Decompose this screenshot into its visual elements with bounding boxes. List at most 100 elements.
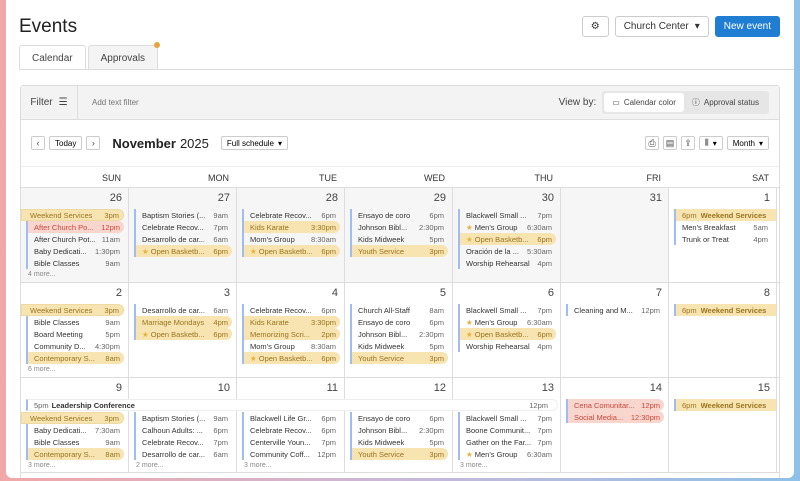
prev-month-button[interactable]: ‹ [31,136,45,150]
event-item[interactable]: Celebrate Recov... 6pm [242,304,340,316]
day-cell[interactable]: 10 Baptism Stories (... 9am Calhoun Adults:… [129,378,237,472]
day-number[interactable]: 8 [669,287,776,304]
event-item[interactable]: Church All-Staff 8am [350,304,448,316]
next-month-button[interactable]: › [86,136,101,150]
more-events-link[interactable]: 3 more... [244,462,344,469]
day-cell[interactable]: 26 Weekend Services 3pm After Church Po... 1… [21,188,129,282]
event-item[interactable]: Desarrollo de car... 6am [134,304,232,316]
more-events-link[interactable]: 6 more... [28,366,128,373]
day-cell[interactable]: 27 Baptism Stories (... 9am Celebrate Recov… [129,188,237,282]
tab-calendar[interactable]: Calendar [19,45,86,70]
event-item[interactable]: Oración de la ... 5:30am [458,245,556,257]
event-item[interactable]: Blackwell Small ... 7pm [458,304,556,316]
day-cell[interactable]: 15 Weekend Services 6pm [669,378,777,472]
event-item[interactable]: Social Media... 12:30pm [566,411,664,423]
day-cell[interactable]: 30 Blackwell Small ... 7pm ★ Men's Group 6:30… [453,188,561,282]
day-number[interactable]: 26 [21,192,128,209]
event-item[interactable]: ★ Open Basketb... 6pm [458,233,556,245]
day-number[interactable]: 3 [129,287,236,304]
event-item[interactable]: Weekend Services 6pm [674,399,776,411]
schedule-select[interactable]: Full schedule ▾ [220,136,289,150]
day-number[interactable]: 7 [561,287,668,304]
print-button[interactable]: ⎙ [645,136,660,150]
event-item[interactable]: Worship Rehearsal 4pm [458,340,556,352]
event-item[interactable]: Youth Service 3pm [350,352,448,364]
day-cell[interactable]: 7 Cleaning and M... 12pm [561,283,669,377]
day-cell[interactable]: 3 Desarrollo de car... 6am Marriage Mondays… [129,283,237,377]
event-item[interactable]: ★ Men's Group 6:30am [458,221,556,233]
day-number[interactable]: 5 [345,287,452,304]
event-item[interactable]: Calhoun Adults: ... 6pm [134,424,232,436]
event-item[interactable]: Ensayo de coro 6pm [350,209,448,221]
event-item[interactable]: ★ Open Basketb... 6pm [134,245,232,257]
event-item[interactable]: ★ Open Basketb... 6pm [242,245,340,257]
event-item[interactable]: Kids Karate 3:30pm [242,221,340,233]
day-number[interactable]: 9 [21,382,128,399]
day-number[interactable]: 2 [21,287,128,304]
multi-day-event[interactable]: 5pm Leadership Conference 12pm [26,399,558,411]
event-item[interactable]: Kids Midweek 5pm [350,436,448,448]
day-number[interactable]: 12 [345,382,452,399]
event-item[interactable]: ★ Open Basketb... 6pm [134,328,232,340]
day-cell[interactable]: 29 Ensayo de coro 6pm Johnson Bibl... 2:30pm… [345,188,453,282]
event-item[interactable]: Contemporary S... 8am [26,448,124,460]
event-item[interactable]: Boone Communit... 7pm [458,424,556,436]
day-cell[interactable]: 13 Blackwell Small ... 7pm Boone Communit..… [453,378,561,472]
more-events-link[interactable]: 4 more... [28,271,128,278]
event-item[interactable]: Bible Classes 9am [26,436,124,448]
event-item[interactable]: Trunk or Treat 4pm [674,233,772,245]
day-cell[interactable]: 12 Ensayo de coro 6pm Johnson Bibl... 2:30pm… [345,378,453,472]
event-item[interactable]: Celebrate Recov... 6pm [242,424,340,436]
event-item[interactable]: ★ Open Basketb... 6pm [242,352,340,364]
event-item[interactable]: Weekend Services 3pm [21,209,124,221]
event-item[interactable]: Johnson Bibl... 2:30pm [350,221,448,233]
day-number[interactable]: 31 [561,192,668,209]
event-item[interactable]: Weekend Services 6pm [674,304,776,316]
today-button[interactable]: Today [49,136,83,150]
event-item[interactable]: Kids Midweek 5pm [350,233,448,245]
event-item[interactable]: Desarrollo de car... 6am [134,448,232,460]
day-cell[interactable]: 14 Cena Comunitar... 12pm Social Media... 12… [561,378,669,472]
day-number[interactable]: 30 [453,192,560,209]
day-cell[interactable]: 6 Blackwell Small ... 7pm ★ Men's Group 6:30a… [453,283,561,377]
event-item[interactable]: ★ Men's Group 6:30am [458,316,556,328]
event-item[interactable]: Johnson Bibl... 2:30pm [350,328,448,340]
more-events-link[interactable]: 3 more... [460,462,560,469]
day-number[interactable]: 15 [669,382,776,399]
event-item[interactable]: After Church Po... 12pm [26,221,124,233]
more-events-link[interactable]: 3 more... [28,462,128,469]
view-select[interactable]: Month ▾ [726,136,769,150]
event-item[interactable]: Worship Rehearsal 4pm [458,257,556,269]
event-item[interactable]: Ensayo de coro 6pm [350,316,448,328]
event-item[interactable]: Men's Breakfast 5am [674,221,772,233]
day-cell[interactable]: 8 Weekend Services 6pm [669,283,777,377]
event-item[interactable]: Blackwell Small ... 7pm [458,412,556,424]
day-number[interactable]: 27 [129,192,236,209]
event-item[interactable]: ★ Open Basketb... 6pm [458,328,556,340]
event-item[interactable]: Kids Karate 3:30pm [242,316,340,328]
event-item[interactable]: Community D... 4:30pm [26,340,124,352]
day-cell[interactable]: 4 Celebrate Recov... 6pm Kids Karate 3:30pm M… [237,283,345,377]
day-number[interactable]: 14 [561,382,668,399]
event-item[interactable]: Desarrollo de car... 6am [134,233,232,245]
filter-button[interactable]: Filter ☰ [21,86,78,120]
event-item[interactable]: Weekend Services 6pm [674,209,776,221]
day-number[interactable]: 10 [129,382,236,399]
event-item[interactable]: Youth Service 3pm [350,448,448,460]
event-item[interactable]: Board Meeting 5pm [26,328,124,340]
event-item[interactable]: Weekend Services 3pm [21,412,124,424]
event-item[interactable]: ★ Men's Group 6:30am [458,448,556,460]
event-item[interactable]: Youth Service 3pm [350,245,448,257]
day-cell[interactable]: 9 Weekend Services 3pm Baby Dedicati... 7:30… [21,378,129,472]
day-cell[interactable]: 28 Celebrate Recov... 6pm Kids Karate 3:30pm… [237,188,345,282]
event-item[interactable]: Bible Classes 9am [26,316,124,328]
event-item[interactable]: Blackwell Small ... 7pm [458,209,556,221]
settings-button[interactable]: ⚙ [581,16,609,37]
day-cell[interactable]: 2 Weekend Services 3pm Bible Classes 9am Boar… [21,283,129,377]
event-item[interactable]: Ensayo de coro 6pm [350,412,448,424]
event-item[interactable]: Baptism Stories (... 9am [134,209,232,221]
event-item[interactable]: Blackwell Life Gr... 6pm [242,412,340,424]
event-item[interactable]: Johnson Bibl... 2:30pm [350,424,448,436]
day-cell[interactable]: 11 Blackwell Life Gr... 6pm Celebrate Recov… [237,378,345,472]
event-item[interactable]: Contemporary S... 8am [26,352,124,364]
